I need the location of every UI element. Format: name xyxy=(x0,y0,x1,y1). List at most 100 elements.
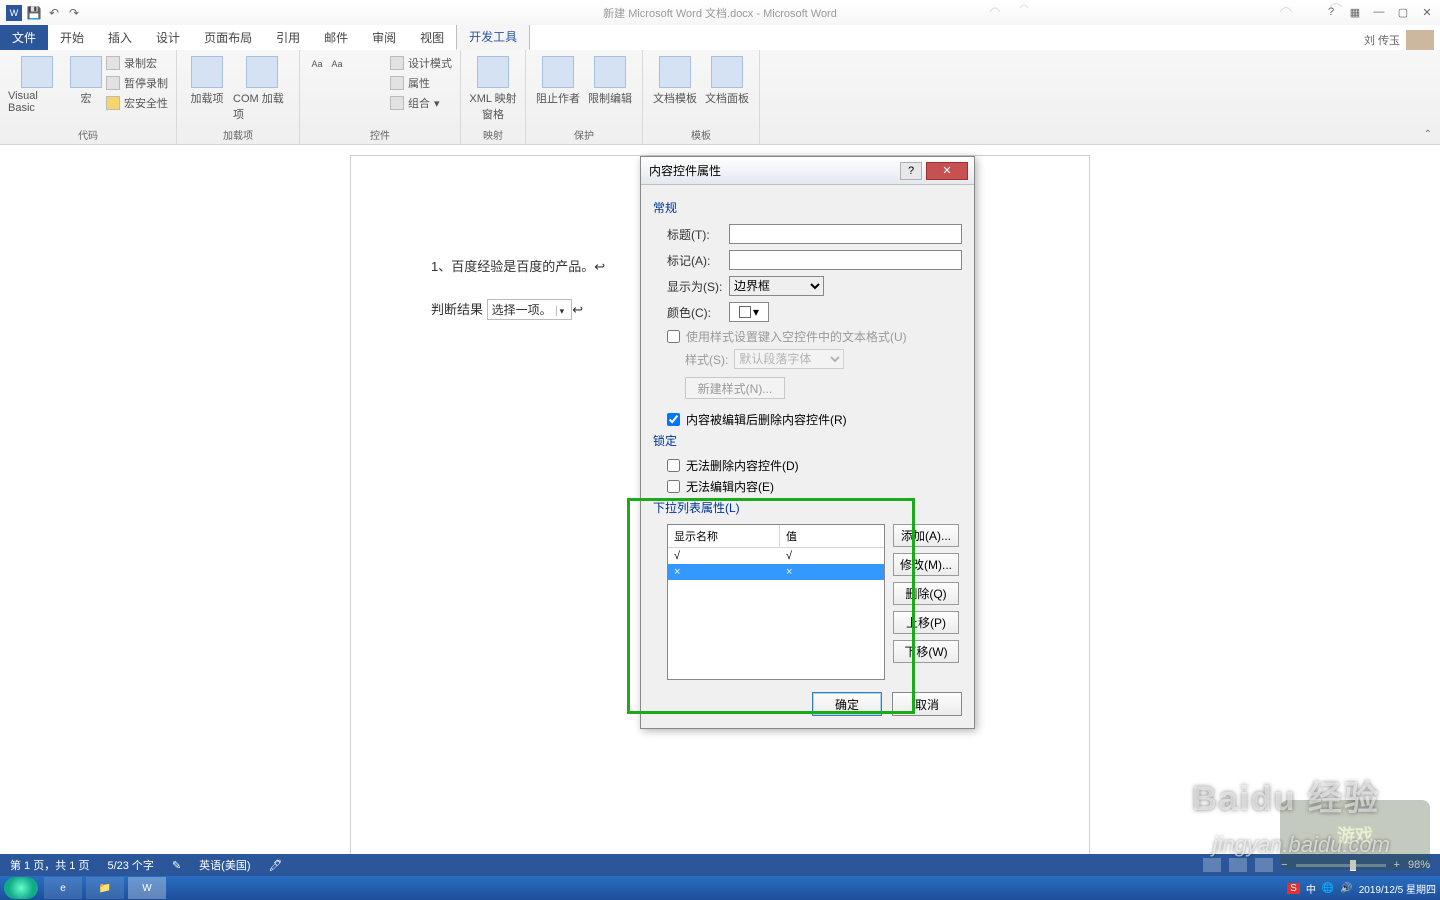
input-tag[interactable] xyxy=(729,250,962,270)
help-icon[interactable]: ? xyxy=(1322,6,1340,19)
dropdown-listbox[interactable]: 显示名称 值 √√ ×× xyxy=(667,524,885,680)
group-button[interactable]: 组合 ▾ xyxy=(390,94,452,112)
taskbar-word-icon[interactable]: W xyxy=(128,877,166,899)
tray-network-icon[interactable]: 🌐 xyxy=(1322,883,1334,894)
btn-moveup[interactable]: 上移(P) xyxy=(893,611,959,634)
save-icon[interactable]: 💾 xyxy=(26,5,42,21)
redo-icon[interactable]: ↷ xyxy=(66,5,82,21)
block-authors-button[interactable]: 阻止作者 xyxy=(534,52,582,106)
start-button[interactable] xyxy=(4,877,38,899)
block-authors-icon xyxy=(542,56,574,88)
tray-lang-icon[interactable]: 中 xyxy=(1306,881,1316,896)
zoom-value[interactable]: 98% xyxy=(1408,859,1430,871)
tab-mailings[interactable]: 邮件 xyxy=(312,25,360,50)
record-macro-button[interactable]: 录制宏 xyxy=(106,54,168,72)
color-picker[interactable]: ▾ xyxy=(729,302,769,322)
word-icon: W xyxy=(6,5,22,21)
tab-view[interactable]: 视图 xyxy=(408,25,456,50)
buildingblock-control-icon[interactable] xyxy=(368,56,386,74)
repeating-control-icon[interactable] xyxy=(308,96,326,114)
minimize-icon[interactable]: — xyxy=(1370,6,1388,19)
combobox-control-icon[interactable] xyxy=(328,76,346,94)
ribbon-options-icon[interactable]: ▦ xyxy=(1346,6,1364,19)
dialog-help-icon[interactable]: ? xyxy=(900,162,922,180)
list-row[interactable]: ×× xyxy=(668,564,884,580)
status-language[interactable]: 英语(美国) xyxy=(199,857,250,873)
addins-icon xyxy=(191,56,223,88)
picture-control-icon[interactable] xyxy=(348,56,366,74)
pause-recording-button[interactable]: 暂停录制 xyxy=(106,74,168,92)
tab-home[interactable]: 开始 xyxy=(48,25,96,50)
status-insert-icon[interactable]: 🖊 xyxy=(268,859,282,872)
status-words[interactable]: 5/23 个字 xyxy=(107,857,153,873)
macro-security-button[interactable]: 宏安全性 xyxy=(106,94,168,112)
status-page[interactable]: 第 1 页，共 1 页 xyxy=(10,857,89,873)
btn-cancel[interactable]: 取消 xyxy=(892,692,962,716)
dialog-titlebar[interactable]: 内容控件属性 ? ✕ xyxy=(641,157,974,185)
view-print-icon[interactable] xyxy=(1229,858,1247,872)
xml-mapping-button[interactable]: XML 映射窗格 xyxy=(469,52,517,122)
list-row[interactable]: √√ xyxy=(668,548,884,564)
properties-button[interactable]: 属性 xyxy=(390,74,452,92)
chk-nodelete[interactable] xyxy=(667,459,680,472)
input-title[interactable] xyxy=(729,224,962,244)
tab-file[interactable]: 文件 xyxy=(0,25,48,50)
view-web-icon[interactable] xyxy=(1255,858,1273,872)
tab-layout[interactable]: 页面布局 xyxy=(192,25,264,50)
controls-gallery[interactable]: Aa Aa xyxy=(308,52,386,114)
document-template-button[interactable]: 文档模板 xyxy=(651,52,699,106)
tab-design[interactable]: 设计 xyxy=(144,25,192,50)
vb-icon xyxy=(21,56,53,88)
ribbon-group-protect: 阻止作者 限制编辑 保护 xyxy=(526,50,643,144)
maximize-icon[interactable]: ▢ xyxy=(1394,6,1412,19)
visual-basic-button[interactable]: Visual Basic xyxy=(8,52,66,114)
design-mode-button[interactable]: 设计模式 xyxy=(390,54,452,72)
document-panel-button[interactable]: 文档面板 xyxy=(703,52,751,106)
dropdown-control-icon[interactable] xyxy=(348,76,366,94)
plaintext-control-icon[interactable]: Aa xyxy=(328,56,346,74)
tab-review[interactable]: 审阅 xyxy=(360,25,408,50)
btn-movedown[interactable]: 下移(W) xyxy=(893,640,959,663)
macros-button[interactable]: 宏 xyxy=(70,52,102,106)
btn-modify[interactable]: 修改(M)... xyxy=(893,553,959,576)
tray-ime-icon[interactable]: S xyxy=(1287,883,1300,894)
zoom-slider[interactable] xyxy=(1296,864,1386,867)
chk-noedit[interactable] xyxy=(667,480,680,493)
dialog-close-icon[interactable]: ✕ xyxy=(926,162,968,180)
taskbar-ie-icon[interactable]: e xyxy=(44,877,82,899)
xml-icon xyxy=(477,56,509,88)
tray-volume-icon[interactable]: 🔊 xyxy=(1340,883,1352,894)
chk-removeafter[interactable] xyxy=(667,413,680,426)
select-showas[interactable]: 边界框 xyxy=(729,276,824,296)
datepicker-control-icon[interactable] xyxy=(368,76,386,94)
tab-insert[interactable]: 插入 xyxy=(96,25,144,50)
legacy-tools-icon[interactable] xyxy=(328,96,346,114)
checkbox-control-icon[interactable] xyxy=(308,76,326,94)
chevron-down-icon[interactable]: ▾ xyxy=(556,306,568,316)
zoom-out-icon[interactable]: − xyxy=(1281,859,1287,871)
view-read-icon[interactable] xyxy=(1203,858,1221,872)
user-name: 刘 传玉 xyxy=(1364,32,1400,48)
content-control-combo[interactable]: 选择一项。▾ xyxy=(487,299,573,320)
richtext-control-icon[interactable]: Aa xyxy=(308,56,326,74)
tab-references[interactable]: 引用 xyxy=(264,25,312,50)
tray-clock[interactable]: 2019/12/5 星期四 xyxy=(1359,881,1436,896)
zoom-in-icon[interactable]: + xyxy=(1394,859,1400,871)
collapse-ribbon-icon[interactable]: ⌃ xyxy=(1424,129,1432,140)
btn-add[interactable]: 添加(A)... xyxy=(893,524,959,547)
com-addins-button[interactable]: COM 加载项 xyxy=(233,52,291,122)
status-proofing-icon[interactable]: ✎ xyxy=(172,859,181,872)
user-account[interactable]: 刘 传玉 xyxy=(1364,30,1434,50)
col-value[interactable]: 值 xyxy=(780,525,884,547)
btn-ok[interactable]: 确定 xyxy=(812,692,882,716)
tab-developer[interactable]: 开发工具 xyxy=(456,23,530,50)
btn-delete[interactable]: 删除(Q) xyxy=(893,582,959,605)
taskbar-explorer-icon[interactable]: 📁 xyxy=(86,877,124,899)
close-icon[interactable]: ✕ xyxy=(1418,6,1436,19)
addins-button[interactable]: 加载项 xyxy=(185,52,229,106)
restrict-editing-button[interactable]: 限制编辑 xyxy=(586,52,634,106)
undo-icon[interactable]: ↶ xyxy=(46,5,62,21)
panel-icon xyxy=(711,56,743,88)
chk-usestyle[interactable] xyxy=(667,330,680,343)
col-displayname[interactable]: 显示名称 xyxy=(668,525,780,547)
